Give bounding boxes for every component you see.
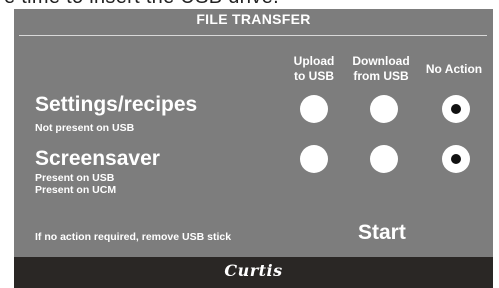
column-header-no-action: No Action [414, 62, 494, 77]
radio-screensaver-no-action[interactable] [442, 145, 470, 173]
radio-screensaver-download[interactable] [370, 145, 398, 173]
title-divider [19, 35, 487, 36]
row-title-screensaver: Screensaver [35, 147, 160, 170]
start-button[interactable]: Start [358, 221, 406, 245]
column-header-no-action-line1: No Action [425, 62, 483, 76]
radio-selected-dot [451, 104, 461, 114]
row-subtitle-screensaver-usb: Present on USB [35, 172, 115, 184]
row-subtitle-screensaver-ucm: Present on UCM [35, 184, 117, 196]
row-subtitle-settings-recipes: Not present on USB [35, 122, 135, 134]
column-header-download-line2: from USB [353, 69, 409, 83]
top-caption-strip: e time to insert the USB drive. [0, 0, 499, 9]
column-header-download: Download from USB [341, 54, 421, 84]
curtis-logo: Curtis [224, 261, 283, 280]
brand-bar: Curtis [14, 257, 493, 288]
column-header-download-line1: Download [352, 54, 410, 68]
radio-settings-download[interactable] [370, 95, 398, 123]
file-transfer-panel: FILE TRANSFER Upload to USB Download fro… [14, 9, 493, 257]
radio-screensaver-upload[interactable] [300, 145, 328, 173]
remove-usb-hint: If no action required, remove USB stick [35, 231, 232, 243]
radio-settings-no-action[interactable] [442, 95, 470, 123]
top-caption: e time to insert the USB drive. [4, 0, 279, 9]
panel-title: FILE TRANSFER [196, 11, 311, 27]
radio-selected-dot [451, 154, 461, 164]
row-title-settings-recipes: Settings/recipes [35, 93, 198, 116]
radio-settings-upload[interactable] [300, 95, 328, 123]
